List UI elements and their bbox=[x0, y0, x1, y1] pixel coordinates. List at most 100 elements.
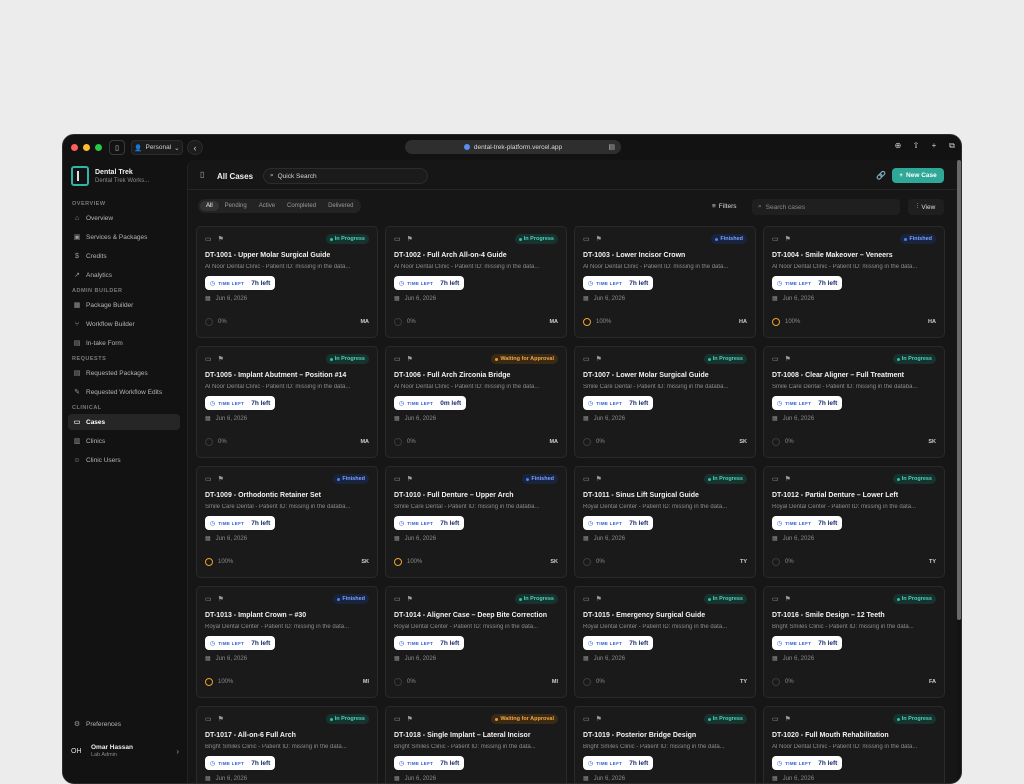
folder-icon[interactable]: ▭ bbox=[394, 475, 401, 483]
case-card[interactable]: ▭ ⚑ In Progress DT-1016 - Smile Design – 12… bbox=[763, 586, 945, 698]
flag-icon[interactable]: ⚑ bbox=[785, 595, 791, 603]
flag-icon[interactable]: ⚑ bbox=[407, 715, 413, 723]
flag-icon[interactable]: ⚑ bbox=[596, 595, 602, 603]
case-card[interactable]: ▭ ⚑ In Progress DT-1007 - Lower Molar Surgi… bbox=[574, 346, 756, 458]
folder-icon[interactable]: ▭ bbox=[394, 715, 401, 723]
sidebar-item-requested-packages[interactable]: ▤ Requested Packages bbox=[68, 365, 180, 381]
user-menu[interactable]: OH Omar Hassan Lab Admin › bbox=[71, 744, 179, 758]
tab-overview-icon[interactable]: ⧉ bbox=[947, 141, 957, 151]
folder-icon[interactable]: ▭ bbox=[583, 715, 590, 723]
flag-icon[interactable]: ⚑ bbox=[596, 715, 602, 723]
sidebar-toggle-icon[interactable]: ▯ bbox=[200, 170, 204, 179]
sidebar-item-analytics[interactable]: ↗ Analytics bbox=[68, 267, 180, 283]
flag-icon[interactable]: ⚑ bbox=[596, 235, 602, 243]
flag-icon[interactable]: ⚑ bbox=[785, 715, 791, 723]
tab-completed[interactable]: Completed bbox=[281, 201, 322, 211]
flag-icon[interactable]: ⚑ bbox=[785, 475, 791, 483]
sidebar-item-package-builder[interactable]: ▦ Package Builder bbox=[68, 297, 180, 313]
flag-icon[interactable]: ⚑ bbox=[407, 475, 413, 483]
flag-icon[interactable]: ⚑ bbox=[218, 235, 224, 243]
reader-icon[interactable]: ▤ bbox=[608, 143, 615, 151]
brand[interactable]: Dental Trek Dental Trek Works... bbox=[71, 166, 149, 186]
case-card[interactable]: ▭ ⚑ Finished DT-1004 - Smile Makeover – Ven… bbox=[763, 226, 945, 338]
flag-icon[interactable]: ⚑ bbox=[407, 595, 413, 603]
folder-icon[interactable]: ▭ bbox=[772, 475, 779, 483]
flag-icon[interactable]: ⚑ bbox=[407, 235, 413, 243]
browser-profile-button[interactable]: 👤 Personal ⌄ bbox=[131, 140, 183, 155]
case-card[interactable]: ▭ ⚑ In Progress DT-1019 - Posterior Bridge … bbox=[574, 706, 756, 783]
flag-icon[interactable]: ⚑ bbox=[218, 355, 224, 363]
sidebar-item-intake-form[interactable]: ▤ In-take Form bbox=[68, 335, 180, 351]
case-card[interactable]: ▭ ⚑ Finished DT-1003 - Lower Incisor Crown A… bbox=[574, 226, 756, 338]
folder-icon[interactable]: ▭ bbox=[772, 595, 779, 603]
case-card[interactable]: ▭ ⚑ In Progress DT-1002 - Full Arch All-on-… bbox=[385, 226, 567, 338]
folder-icon[interactable]: ▭ bbox=[772, 355, 779, 363]
case-card[interactable]: ▭ ⚑ In Progress DT-1015 - Emergency Surgica… bbox=[574, 586, 756, 698]
folder-icon[interactable]: ▭ bbox=[394, 355, 401, 363]
address-bar[interactable]: dental-trek-platform.vercel.app ▤ bbox=[405, 140, 621, 154]
case-card[interactable]: ▭ ⚑ Finished DT-1010 - Full Denture – Upper… bbox=[385, 466, 567, 578]
tab-pending[interactable]: Pending bbox=[219, 201, 253, 211]
folder-icon[interactable]: ▭ bbox=[205, 595, 212, 603]
case-card[interactable]: ▭ ⚑ In Progress DT-1012 - Partial Denture –… bbox=[763, 466, 945, 578]
case-card[interactable]: ▭ ⚑ Waiting for Approval DT-1018 - Single I… bbox=[385, 706, 567, 783]
sidebar-item-credits[interactable]: $ Credits bbox=[68, 248, 180, 264]
folder-icon[interactable]: ▭ bbox=[772, 715, 779, 723]
flag-icon[interactable]: ⚑ bbox=[218, 715, 224, 723]
link-icon[interactable]: 🔗 bbox=[876, 171, 886, 180]
folder-icon[interactable]: ▭ bbox=[205, 235, 212, 243]
sidebar-item-preferences[interactable]: ⚙ Preferences bbox=[68, 716, 180, 732]
folder-icon[interactable]: ▭ bbox=[583, 595, 590, 603]
folder-icon[interactable]: ▭ bbox=[205, 355, 212, 363]
flag-icon[interactable]: ⚑ bbox=[218, 475, 224, 483]
filters-button[interactable]: ≡ Filters bbox=[706, 199, 743, 214]
case-card[interactable]: ▭ ⚑ In Progress DT-1005 - Implant Abutment … bbox=[196, 346, 378, 458]
flag-icon[interactable]: ⚑ bbox=[596, 355, 602, 363]
sidebar-item-cases[interactable]: ▭ Cases bbox=[68, 414, 180, 430]
case-card[interactable]: ▭ ⚑ In Progress DT-1014 - Aligner Case – De… bbox=[385, 586, 567, 698]
folder-icon[interactable]: ▭ bbox=[205, 475, 212, 483]
minimize-window-button[interactable] bbox=[83, 144, 90, 151]
tab-all[interactable]: All bbox=[200, 201, 219, 211]
tab-active[interactable]: Active bbox=[253, 201, 281, 211]
share-icon[interactable]: ⇧ bbox=[911, 141, 921, 151]
new-tab-icon[interactable]: + bbox=[929, 141, 939, 151]
scrollbar[interactable] bbox=[956, 160, 961, 620]
tab-delivered[interactable]: Delivered bbox=[322, 201, 359, 211]
case-card[interactable]: ▭ ⚑ Waiting for Approval DT-1006 - Full Arc… bbox=[385, 346, 567, 458]
folder-icon[interactable]: ▭ bbox=[394, 595, 401, 603]
new-case-button[interactable]: + New Case bbox=[892, 168, 944, 183]
sidebar-item-clinic-users[interactable]: ☺ Clinic Users bbox=[68, 452, 180, 468]
folder-icon[interactable]: ▭ bbox=[394, 235, 401, 243]
flag-icon[interactable]: ⚑ bbox=[785, 355, 791, 363]
case-card[interactable]: ▭ ⚑ In Progress DT-1001 - Upper Molar Surgi… bbox=[196, 226, 378, 338]
sidebar-item-requested-workflow-edits[interactable]: ✎ Requested Workflow Edits bbox=[68, 384, 180, 400]
flag-icon[interactable]: ⚑ bbox=[218, 595, 224, 603]
close-window-button[interactable] bbox=[71, 144, 78, 151]
sidebar-item-overview[interactable]: ⌂ Overview bbox=[68, 210, 180, 226]
download-icon[interactable]: ⊕ bbox=[893, 141, 903, 151]
flag-icon[interactable]: ⚑ bbox=[596, 475, 602, 483]
browser-sidebar-toggle-icon[interactable]: ▯ bbox=[109, 140, 125, 155]
case-card[interactable]: ▭ ⚑ In Progress DT-1011 - Sinus Lift Surgic… bbox=[574, 466, 756, 578]
zoom-window-button[interactable] bbox=[95, 144, 102, 151]
folder-icon[interactable]: ▭ bbox=[583, 235, 590, 243]
back-arrow-icon[interactable]: ‹ bbox=[187, 140, 203, 155]
case-card[interactable]: ▭ ⚑ In Progress DT-1008 - Clear Aligner – F… bbox=[763, 346, 945, 458]
folder-icon[interactable]: ▭ bbox=[583, 475, 590, 483]
scroll-thumb[interactable] bbox=[957, 160, 961, 620]
folder-icon[interactable]: ▭ bbox=[583, 355, 590, 363]
sidebar-item-clinics[interactable]: ▥ Clinics bbox=[68, 433, 180, 449]
case-card[interactable]: ▭ ⚑ In Progress DT-1020 - Full Mouth Rehabi… bbox=[763, 706, 945, 783]
flag-icon[interactable]: ⚑ bbox=[407, 355, 413, 363]
search-cases-input[interactable]: ⌕ Search cases bbox=[752, 199, 900, 215]
case-card[interactable]: ▭ ⚑ Finished DT-1009 - Orthodontic Retainer… bbox=[196, 466, 378, 578]
case-card[interactable]: ▭ ⚑ In Progress DT-1017 - All-on-6 Full Arc… bbox=[196, 706, 378, 783]
view-button[interactable]: ⫶ View bbox=[908, 199, 944, 215]
quick-search-input[interactable]: ⌕ Quick Search bbox=[263, 168, 428, 184]
case-card[interactable]: ▭ ⚑ Finished DT-1013 - Implant Crown – #30 R… bbox=[196, 586, 378, 698]
sidebar-item-workflow-builder[interactable]: ⑂ Workflow Builder bbox=[68, 316, 180, 332]
flag-icon[interactable]: ⚑ bbox=[785, 235, 791, 243]
sidebar-item-services-packages[interactable]: ▣ Services & Packages bbox=[68, 229, 180, 245]
folder-icon[interactable]: ▭ bbox=[772, 235, 779, 243]
